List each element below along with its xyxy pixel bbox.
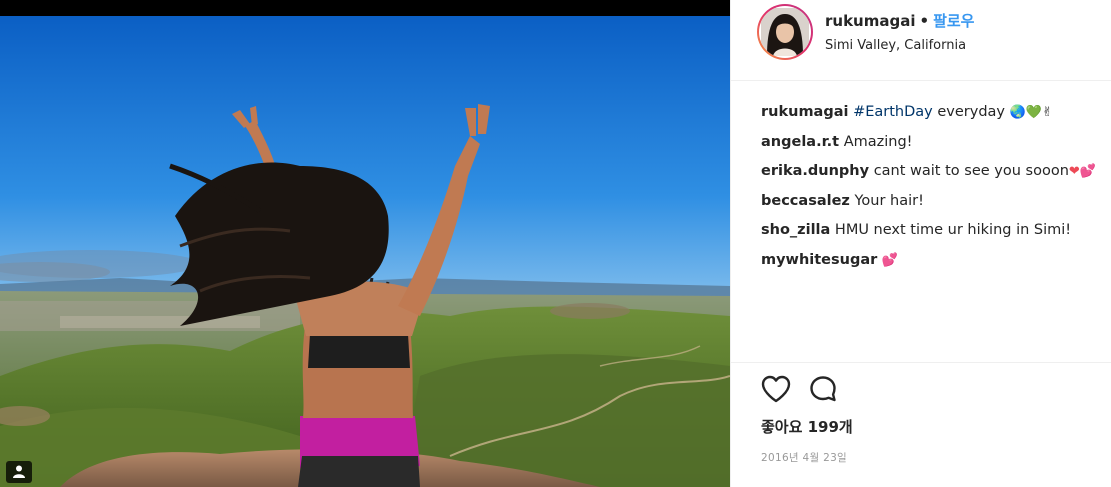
avatar-image: [761, 8, 809, 56]
comment-text: HMU next time ur hiking in Simi!: [834, 222, 1072, 238]
post-photo[interactable]: [0, 16, 730, 487]
location-link[interactable]: Simi Valley, California: [825, 38, 966, 53]
comment-text: Your hair!: [854, 192, 924, 209]
comment-item: mywhitesugar 💕: [761, 246, 1101, 276]
comment-item: sho_zilla HMU next time ur hiking in Sim…: [761, 216, 1101, 246]
caption-emoji: 🌏💚✌: [1009, 105, 1053, 120]
comment-item: erika.dunphy cant wait to see you sooon❤…: [761, 157, 1101, 187]
comment-icon[interactable]: [809, 375, 839, 407]
actions-divider: [731, 362, 1111, 363]
post-side-panel: rukumagai • 팔로우 Simi Valley, California ru…: [730, 0, 1111, 487]
like-count[interactable]: 좋아요 199개: [761, 416, 853, 437]
user-tag-icon[interactable]: [6, 461, 32, 483]
separator-dot: •: [919, 12, 930, 30]
hashtag-link[interactable]: #EarthDay: [853, 104, 933, 120]
caption-username[interactable]: rukumagai: [761, 104, 848, 120]
comment-item: beccasalez Your hair!: [761, 187, 1101, 217]
comment-username[interactable]: angela.r.t: [761, 134, 839, 150]
comment-username[interactable]: mywhitesugar: [761, 252, 877, 268]
caption: rukumagai #EarthDay everyday 🌏💚✌: [761, 98, 1101, 128]
comment-emoji: 💕: [881, 252, 899, 268]
comment-emoji: ❤💕: [1068, 164, 1096, 179]
follow-button[interactable]: 팔로우: [933, 12, 974, 30]
comment-text: Amazing!: [843, 133, 913, 150]
user-line: rukumagai • 팔로우: [825, 10, 974, 31]
post-username[interactable]: rukumagai: [825, 12, 915, 30]
comment-username[interactable]: sho_zilla: [761, 222, 830, 238]
comment-list: rukumagai #EarthDay everyday 🌏💚✌ angela.…: [761, 98, 1101, 275]
comment-item: angela.r.t Amazing!: [761, 128, 1101, 158]
heart-icon[interactable]: [761, 375, 791, 407]
photo-top-bar: [0, 0, 730, 16]
photo-illustration: [0, 16, 730, 487]
comment-text: cant wait to see you sooon: [873, 163, 1069, 179]
post-header: rukumagai • 팔로우 Simi Valley, California: [731, 0, 1111, 81]
caption-text: everyday: [937, 104, 1005, 120]
avatar[interactable]: [757, 4, 813, 60]
post-date: 2016년 4월 23일: [761, 452, 848, 464]
comment-username[interactable]: erika.dunphy: [761, 163, 869, 179]
comment-username[interactable]: beccasalez: [761, 193, 850, 209]
